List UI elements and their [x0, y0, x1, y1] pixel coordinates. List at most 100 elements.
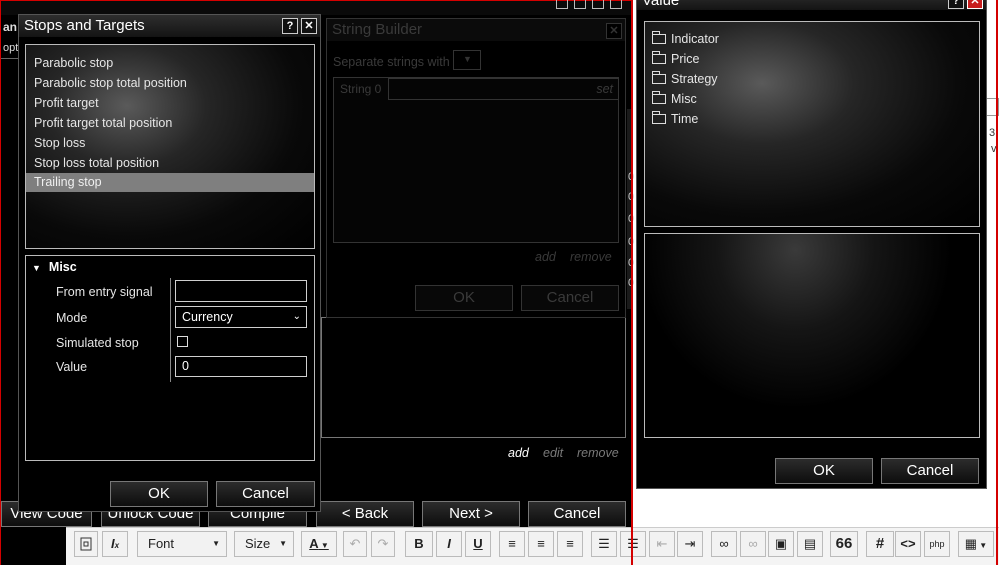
list-item[interactable]: Stop loss	[26, 134, 314, 153]
tree-item-indicator[interactable]: Indicator	[652, 30, 719, 48]
chevron-down-icon: ▼	[212, 539, 220, 548]
remove-link[interactable]: remove	[577, 446, 619, 460]
font-select-value: Font	[148, 536, 175, 551]
italic-icon[interactable]: I	[436, 531, 462, 557]
value-properties-panel	[644, 233, 980, 438]
window-border	[996, 0, 998, 565]
value-title: Value	[642, 0, 680, 9]
align-right-icon[interactable]: ≡	[557, 531, 583, 557]
image-icon[interactable]: ▣	[768, 531, 794, 557]
from-entry-label: From entry signal	[56, 285, 153, 299]
folder-icon	[652, 51, 666, 64]
separate-strings-label: Separate strings with	[333, 55, 450, 69]
close-icon[interactable]: ✕	[967, 0, 983, 9]
numbered-list-icon[interactable]: ☰	[591, 531, 617, 557]
value-label: Value	[56, 360, 88, 374]
next-button[interactable]: Next >	[422, 501, 520, 527]
cancel-button[interactable]: Cancel	[528, 501, 626, 527]
stops-targets-list: Parabolic stop Parabolic stop total posi…	[25, 44, 315, 249]
list-item[interactable]: Profit target	[26, 94, 314, 113]
outdent-icon[interactable]: ⇤	[649, 531, 675, 557]
list-item[interactable]: Parabolic stop	[26, 54, 314, 73]
list-item[interactable]: Stop loss total position	[26, 154, 314, 173]
tree-item-time[interactable]: Time	[652, 110, 698, 128]
mode-value: Currency	[182, 310, 233, 324]
from-entry-input[interactable]	[175, 280, 307, 302]
string-builder-title: String Builder	[332, 21, 423, 38]
hash-icon[interactable]: #	[866, 531, 894, 557]
value-input[interactable]: 0	[175, 356, 307, 377]
minimize-icon[interactable]	[574, 0, 586, 9]
code-icon[interactable]: <>	[895, 531, 921, 557]
redo-icon[interactable]: ↷	[371, 531, 395, 557]
bullet-list-icon[interactable]: ☰	[620, 531, 646, 557]
simulated-stop-label: Simulated stop	[56, 336, 139, 350]
underline-icon[interactable]: U	[465, 531, 491, 557]
tree-item-strategy[interactable]: Strategy	[652, 70, 718, 88]
align-center-icon[interactable]: ≡	[528, 531, 554, 557]
tree-item-price[interactable]: Price	[652, 50, 699, 68]
background-panel	[321, 317, 626, 438]
undo-icon[interactable]: ↶	[343, 531, 367, 557]
value-cancel-button[interactable]: Cancel	[881, 458, 979, 484]
stops-cancel-button[interactable]: Cancel	[216, 481, 315, 507]
separator-select[interactable]: ▼	[453, 50, 481, 70]
window-border	[631, 0, 633, 565]
folder-icon	[652, 111, 666, 124]
link-icon[interactable]: ∞	[711, 531, 737, 557]
quote-icon[interactable]: 66	[830, 531, 858, 557]
chevron-down-icon: ▼	[279, 539, 287, 548]
table-icon[interactable]: ▦ ▼	[958, 531, 994, 557]
help-button[interactable]: ?	[948, 0, 964, 9]
edit-link[interactable]: edit	[543, 446, 563, 460]
source-icon[interactable]	[74, 531, 98, 557]
add-link[interactable]: add	[508, 446, 529, 460]
background-partial-label: opt	[3, 42, 19, 54]
text-color-icon[interactable]: A ▼	[301, 531, 337, 557]
folder-icon	[652, 91, 666, 104]
value-ok-button[interactable]: OK	[775, 458, 873, 484]
font-select[interactable]: Font ▼	[137, 531, 227, 557]
list-item-selected[interactable]: Trailing stop	[26, 173, 314, 192]
background-window-buttons	[556, 0, 626, 10]
string-add-link[interactable]: add	[535, 250, 556, 264]
folder-icon	[652, 31, 666, 44]
align-left-icon[interactable]: ≡	[499, 531, 525, 557]
string-builder-ok-button[interactable]: OK	[415, 285, 513, 311]
set-link[interactable]: set	[596, 82, 613, 96]
string-row-label: String 0	[340, 82, 382, 96]
simulated-stop-checkbox[interactable]	[177, 336, 188, 347]
mode-select[interactable]: Currency ⌄	[175, 306, 307, 328]
background-titlebar	[1, 1, 632, 15]
back-button[interactable]: < Back	[316, 501, 414, 527]
chevron-down-icon: ⌄	[292, 311, 301, 322]
value-dialog: Value ? ✕ Indicator Price Strategy Misc …	[636, 0, 987, 489]
php-icon[interactable]: php	[924, 531, 950, 557]
list-item[interactable]: Profit target total position	[26, 114, 314, 133]
properties-panel: ▼ Misc From entry signal Mode Currency ⌄ …	[25, 255, 315, 461]
clear-format-icon[interactable]: Ix	[102, 531, 128, 557]
maximize-icon[interactable]	[592, 0, 604, 9]
stops-targets-dialog: Stops and Targets ? ✕ Parabolic stop Par…	[18, 14, 321, 512]
bold-icon[interactable]: B	[405, 531, 433, 557]
close-icon[interactable]	[610, 0, 622, 9]
close-icon[interactable]: ✕	[301, 18, 317, 34]
string-builder-titlebar: String Builder	[327, 19, 625, 41]
stops-targets-title: Stops and Targets	[24, 17, 145, 34]
string-builder-cancel-button[interactable]: Cancel	[521, 285, 619, 311]
chevron-down-icon: ▼	[463, 54, 472, 64]
unlink-icon[interactable]: ∞	[740, 531, 766, 557]
close-icon[interactable]: ✕	[606, 23, 622, 39]
misc-header[interactable]: ▼ Misc	[32, 260, 77, 274]
stops-ok-button[interactable]: OK	[110, 481, 208, 507]
string-row-input[interactable]: set	[388, 78, 619, 100]
size-select[interactable]: Size ▼	[234, 531, 294, 557]
help-button[interactable]: ?	[282, 18, 298, 34]
tree-item-misc[interactable]: Misc	[652, 90, 697, 108]
help-icon[interactable]	[556, 0, 568, 9]
string-remove-link[interactable]: remove	[570, 250, 612, 264]
indent-icon[interactable]: ⇥	[677, 531, 703, 557]
media-icon[interactable]: ▤	[797, 531, 823, 557]
property-divider	[170, 278, 171, 382]
list-item[interactable]: Parabolic stop total position	[26, 74, 314, 93]
